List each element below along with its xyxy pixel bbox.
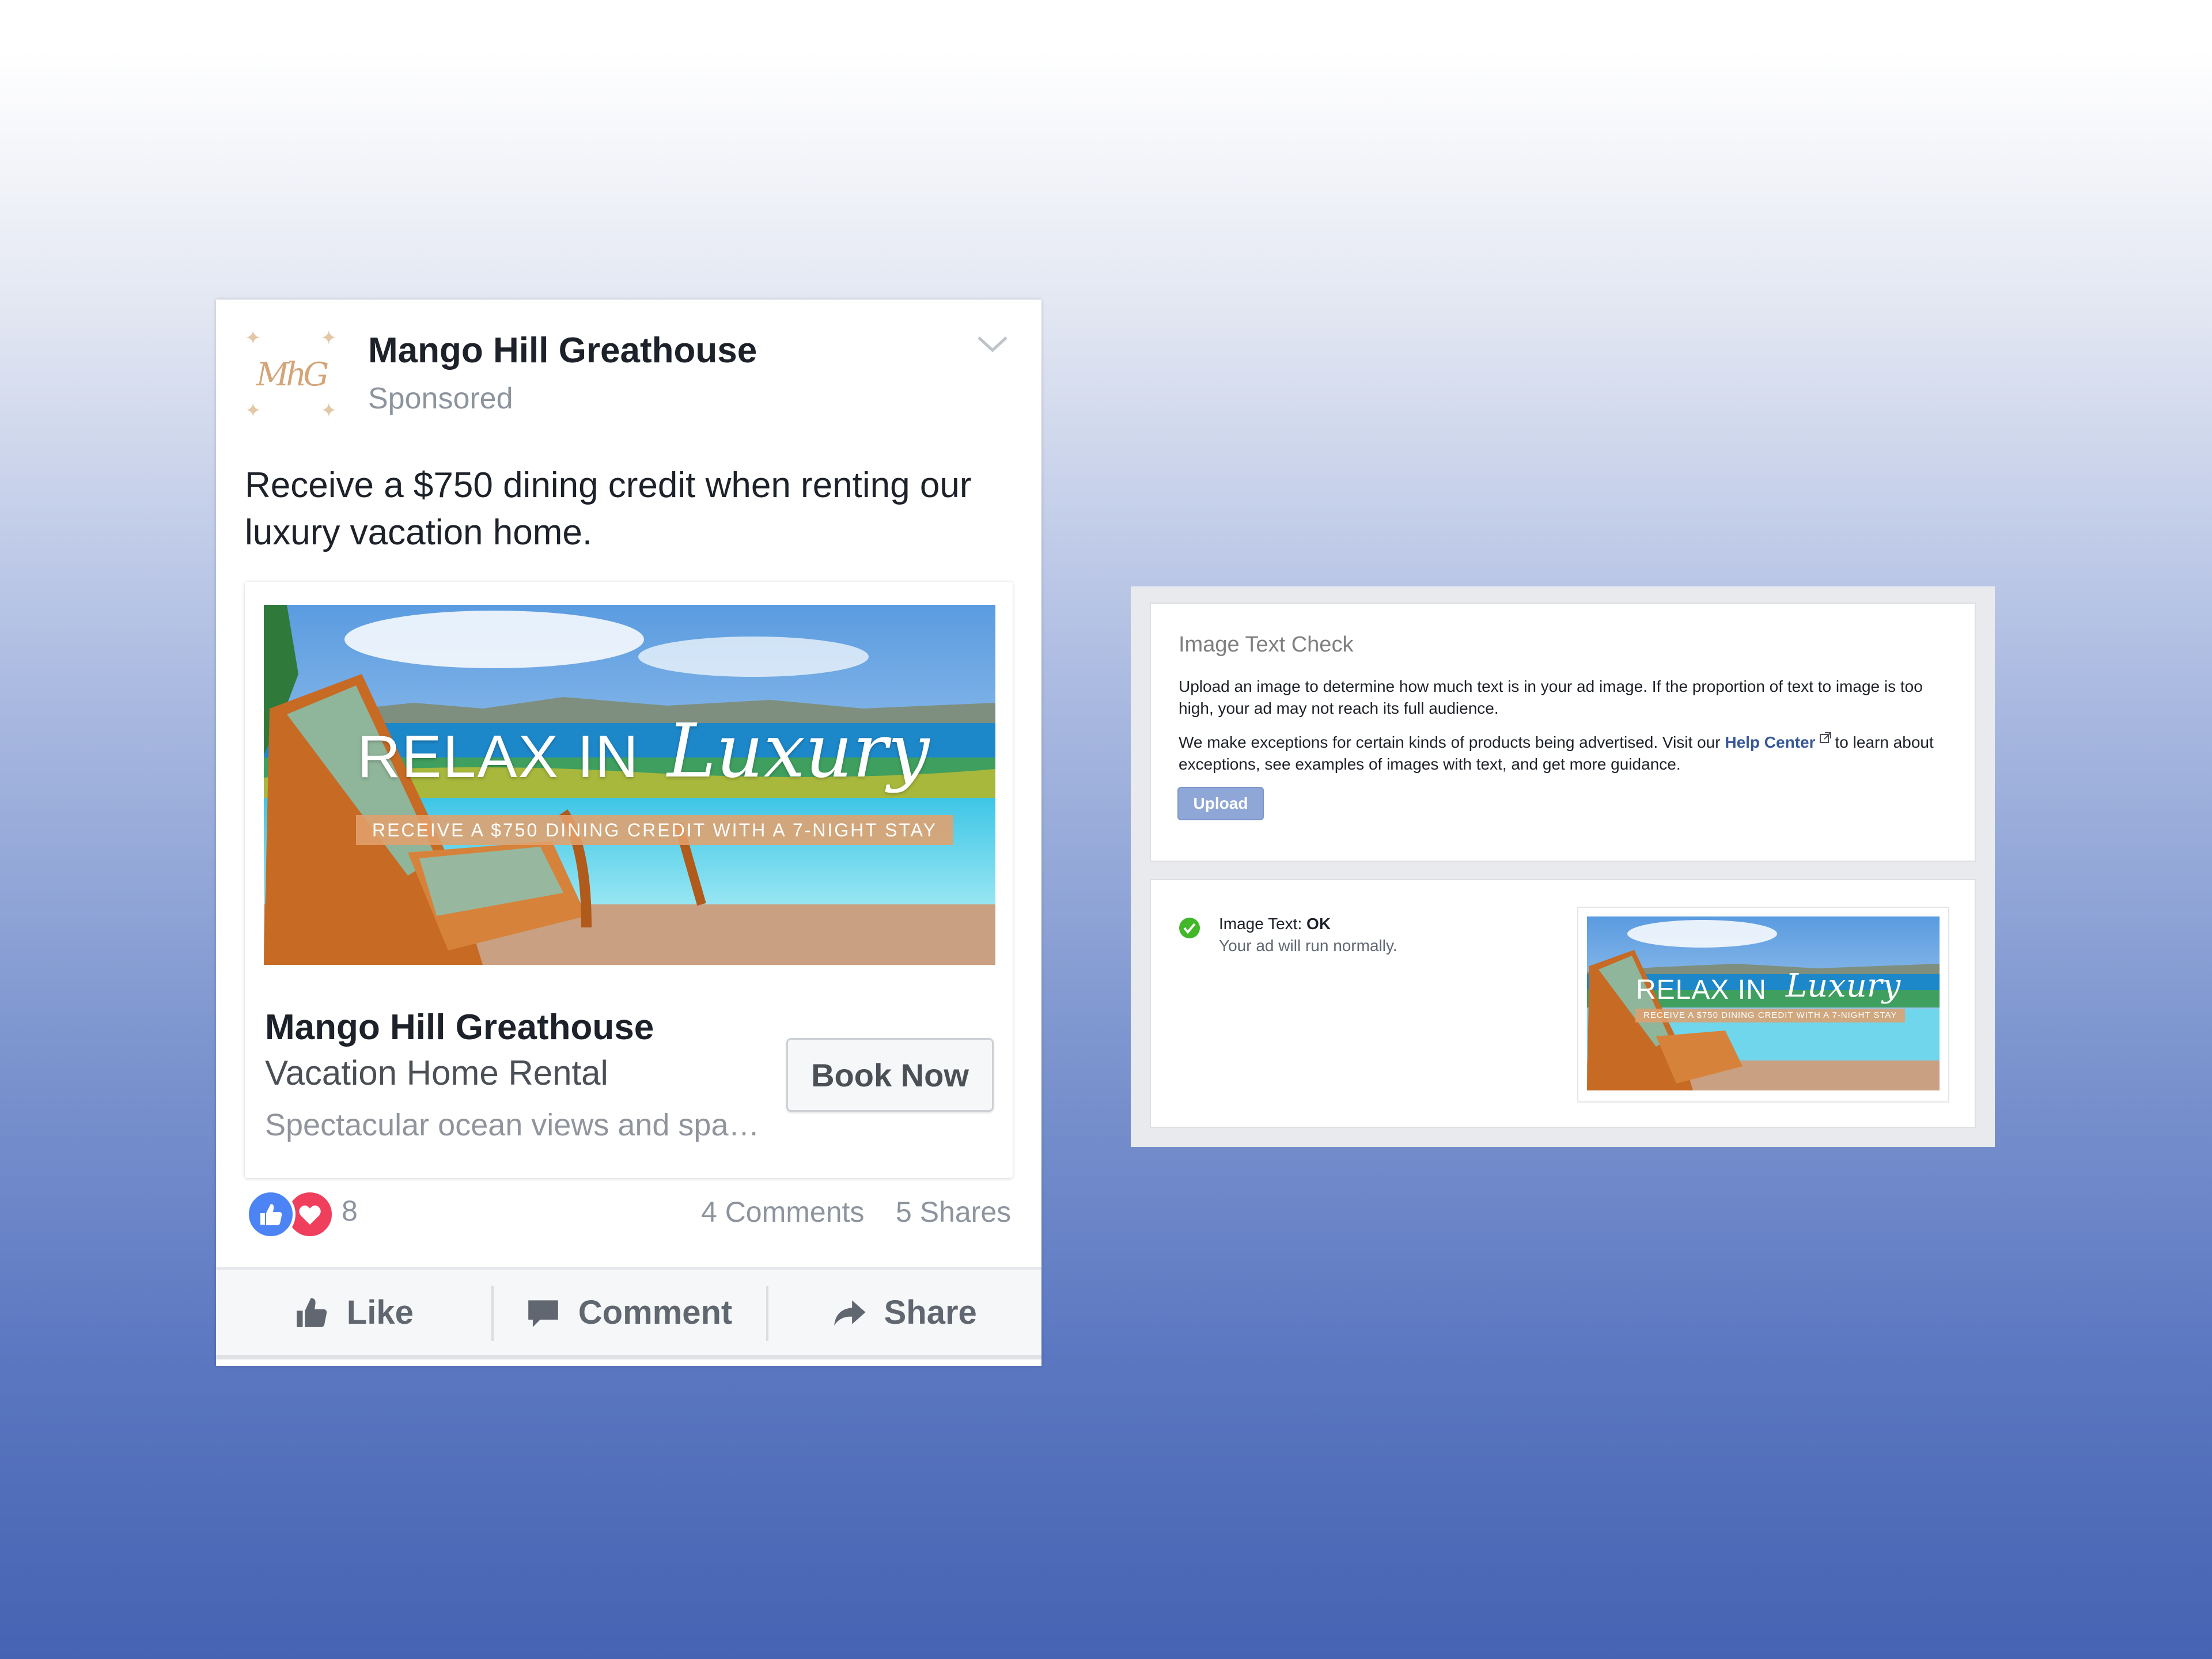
result-card: Image Text: OK Your ad will run normally…: [1150, 879, 1976, 1128]
result-value: OK: [1306, 915, 1331, 933]
upload-card: Image Text Check Upload an image to dete…: [1150, 603, 1976, 862]
external-link-icon: [1819, 732, 1831, 743]
help-center-link[interactable]: Help Center: [1725, 733, 1815, 751]
like-label: Like: [346, 1293, 414, 1331]
share-arrow-icon: [834, 1300, 865, 1326]
result-label-text: Image Text:: [1219, 915, 1302, 933]
result-subtext: Your ad will run normally.: [1219, 937, 1397, 955]
sponsored-label[interactable]: Sponsored: [368, 381, 513, 416]
post-stats: 8 4 Comments 5 Shares: [216, 1190, 1041, 1253]
star-icon: ✦: [320, 327, 338, 349]
upload-button[interactable]: Upload: [1177, 787, 1264, 820]
comment-button[interactable]: Comment: [491, 1270, 767, 1355]
logo-monogram: MhG: [256, 355, 329, 393]
check-circle-icon: [1179, 918, 1200, 938]
comment-label: Comment: [578, 1293, 733, 1331]
ad-image[interactable]: RELAX IN Luxury RECEIVE A $750 DINING CR…: [264, 605, 995, 965]
comments-count[interactable]: 4 Comments: [701, 1195, 864, 1229]
comment-bubble-icon: [528, 1300, 558, 1327]
star-icon: ✦: [245, 400, 262, 422]
book-now-button[interactable]: Book Now: [786, 1038, 994, 1112]
like-reaction-icon[interactable]: [246, 1190, 296, 1239]
intro-paragraph: Upload an image to determine how much te…: [1179, 677, 1923, 717]
link-description: Spectacular ocean views and spa…: [265, 1108, 760, 1142]
uploaded-image-thumbnail: RELAX IN Luxury RECEIVE A $750 DINING CR…: [1577, 907, 1949, 1103]
star-icon: ✦: [245, 327, 262, 349]
reaction-count[interactable]: 8: [342, 1194, 358, 1228]
thumbnail-offer-band: RECEIVE A $750 DINING CREDIT WITH A 7-NI…: [1635, 1009, 1906, 1022]
star-icon: ✦: [320, 400, 338, 422]
image-offer-band: RECEIVE A $750 DINING CREDIT WITH A 7-NI…: [356, 815, 953, 845]
link-title[interactable]: Mango Hill Greathouse: [265, 1007, 654, 1048]
post-header: ✦ ✦ ✦ ✦ MhG Mango Hill Greathouse Sponso…: [216, 300, 1041, 444]
image-headline: RELAX IN: [357, 724, 639, 790]
result-label: Image Text: OK: [1219, 915, 1331, 933]
exceptions-paragraph: We make exceptions for certain kinds of …: [1179, 732, 1950, 775]
link-subtitle: Vacation Home Rental: [265, 1054, 608, 1092]
panel-title: Image Text Check: [1179, 632, 1354, 657]
chevron-down-icon[interactable]: [975, 327, 1010, 362]
share-button[interactable]: Share: [766, 1270, 1041, 1355]
thumbnail-headline: RELAX IN: [1636, 975, 1767, 1005]
thumbnail-script-text: Luxury: [1786, 967, 1901, 1005]
shares-count[interactable]: 5 Shares: [896, 1195, 1011, 1229]
thumbnail-image: RELAX IN Luxury RECEIVE A $750 DINING CR…: [1587, 916, 1940, 1090]
thumbs-up-icon: [296, 1298, 327, 1327]
page-avatar[interactable]: ✦ ✦ ✦ ✦ MhG: [245, 328, 337, 421]
attachment-box[interactable]: RELAX IN Luxury RECEIVE A $750 DINING CR…: [245, 582, 1013, 1178]
page-name[interactable]: Mango Hill Greathouse: [368, 330, 757, 371]
image-text-check-panel: Image Text Check Upload an image to dete…: [1131, 586, 1995, 1147]
post-action-bar: Like Comment Share: [216, 1267, 1041, 1359]
image-script-text: Luxury: [667, 709, 930, 794]
like-button[interactable]: Like: [216, 1270, 491, 1355]
sponsored-post-card: ✦ ✦ ✦ ✦ MhG Mango Hill Greathouse Sponso…: [216, 300, 1041, 1366]
post-text: Receive a $750 dining credit when rentin…: [245, 465, 972, 552]
exceptions-text-before: We make exceptions for certain kinds of …: [1179, 733, 1721, 751]
share-label: Share: [884, 1293, 977, 1331]
